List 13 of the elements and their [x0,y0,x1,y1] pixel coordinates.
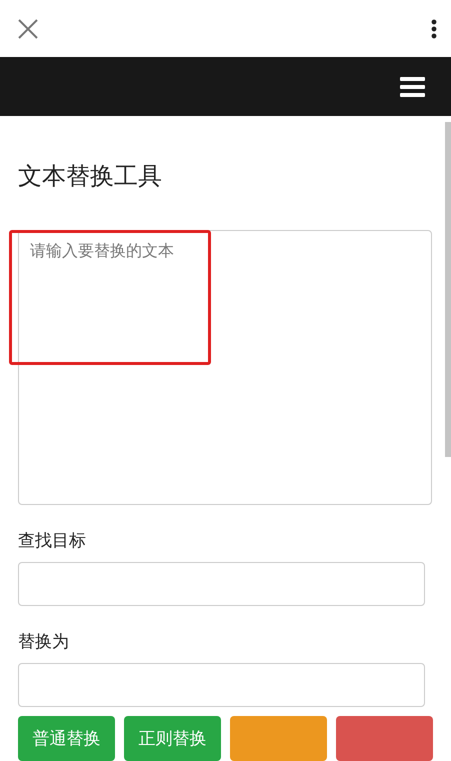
text-input-area[interactable]: 请输入要替换的文本 [18,230,432,505]
field-label: 替换为 [18,631,69,654]
action-button[interactable] [336,716,433,761]
close-icon[interactable] [18,18,38,39]
field-label: 查找目标 [18,530,86,553]
page-title: 文本替换工具 [18,161,163,192]
menu-icon[interactable] [400,76,425,97]
action-button[interactable] [230,716,327,761]
input-field[interactable] [18,663,425,707]
input-field[interactable] [18,562,425,606]
more-options-icon[interactable] [431,18,437,39]
replace-button[interactable]: 正则替换 [124,716,221,761]
replace-button[interactable]: 普通替换 [18,716,115,761]
